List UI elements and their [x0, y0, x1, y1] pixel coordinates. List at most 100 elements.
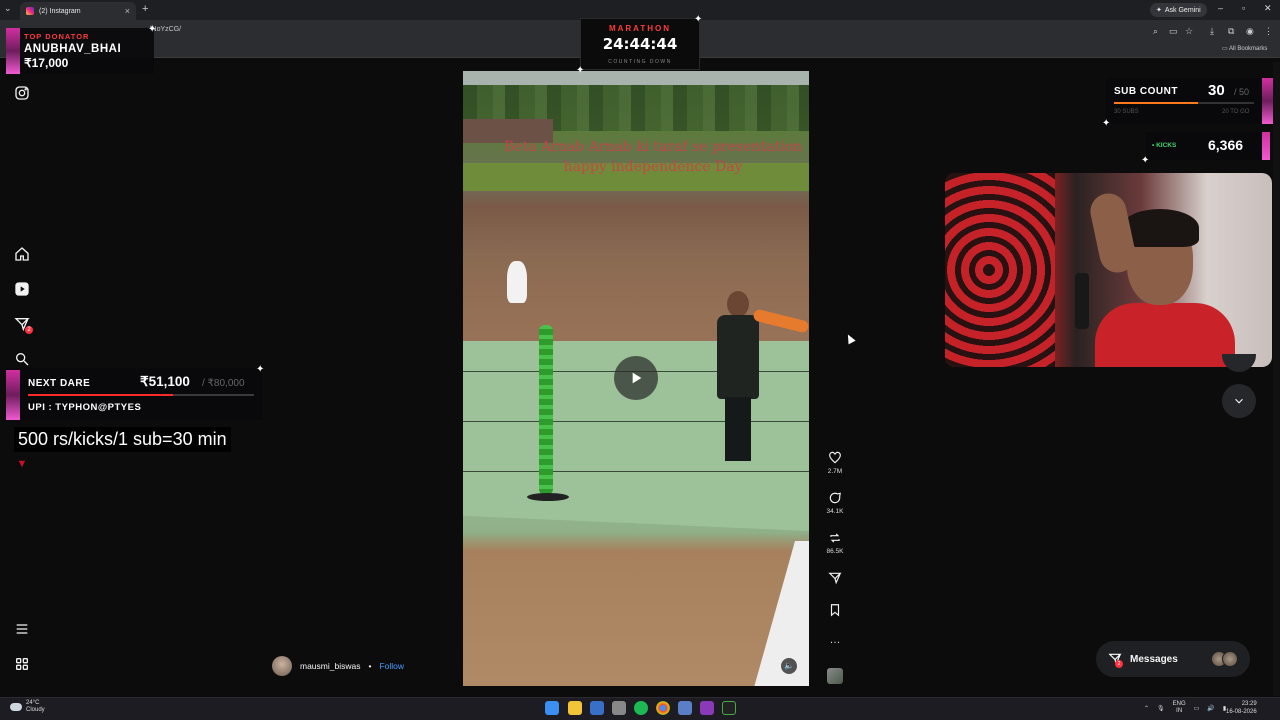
- streamer-microphone: [1075, 273, 1089, 329]
- comment-icon: [829, 492, 841, 504]
- share-button[interactable]: [824, 571, 846, 585]
- language-primary: ENG: [1172, 701, 1186, 707]
- file-explorer-icon[interactable]: [568, 701, 582, 715]
- chrome-icon[interactable]: [656, 701, 670, 715]
- comment-button[interactable]: 34.1K: [824, 491, 846, 515]
- menu-icon[interactable]: [13, 620, 31, 638]
- chevron-up-icon[interactable]: ⌃: [1144, 705, 1149, 712]
- bookmark-star-icon[interactable]: ☆: [1185, 26, 1193, 37]
- top-donator-amount: ₹17,000: [24, 56, 69, 70]
- weather-widget[interactable]: 24°C Cloudy: [10, 700, 45, 714]
- sub-count-value: 30: [1208, 82, 1225, 99]
- all-bookmarks-link[interactable]: ▭ All Bookmarks: [1222, 45, 1267, 52]
- cast-icon[interactable]: ▭: [1169, 26, 1178, 37]
- all-bookmarks-label: All Bookmarks: [1229, 46, 1268, 52]
- repost-count: 86.5K: [826, 548, 844, 555]
- weather-condition: Cloudy: [26, 707, 45, 713]
- window-close-button[interactable]: ✕: [1264, 3, 1272, 14]
- volume-icon[interactable]: 🔊: [1207, 705, 1214, 712]
- download-icon[interactable]: ⤓: [1210, 26, 1214, 37]
- next-dare-max: / ₹80,000: [202, 378, 245, 389]
- page-scrollbar[interactable]: [1273, 62, 1280, 696]
- sub-count-label: SUB COUNT: [1114, 86, 1178, 97]
- zoom-icon[interactable]: ⌕: [1153, 26, 1158, 37]
- next-dare-label: NEXT DARE: [28, 378, 91, 389]
- message-avatars: [1211, 651, 1238, 667]
- share-icon: [828, 572, 842, 585]
- dare-progress-bar: [28, 394, 173, 396]
- next-reel-button[interactable]: [1222, 384, 1256, 418]
- telegram-icon[interactable]: [590, 701, 604, 715]
- messages-button[interactable]: Messages: [1096, 641, 1250, 677]
- kicks-panel: • KICKS 6,366: [1146, 132, 1270, 160]
- tab-title: (2) Instagram: [39, 7, 81, 15]
- streamer: [1035, 190, 1235, 367]
- previous-reel-button[interactable]: [1222, 354, 1256, 372]
- start-button[interactable]: [545, 701, 559, 715]
- sub-count-footer: 30 SUBS: [1114, 109, 1139, 115]
- network-icon[interactable]: ▭: [1194, 705, 1200, 712]
- more-options-button[interactable]: …: [824, 634, 846, 646]
- spotify-icon[interactable]: [634, 701, 648, 715]
- discord-icon[interactable]: [700, 701, 714, 715]
- follow-button[interactable]: Follow: [379, 661, 404, 671]
- microphone-icon[interactable]: 🎙: [1157, 705, 1165, 712]
- extensions-icon[interactable]: ⧉: [1228, 26, 1234, 37]
- mute-icon[interactable]: 🔈: [781, 658, 797, 674]
- video-flag: [507, 261, 527, 303]
- post-author[interactable]: mausmi_biswas • Follow: [272, 656, 404, 676]
- minimize-button[interactable]: –: [1218, 3, 1223, 13]
- save-button[interactable]: [824, 603, 846, 617]
- dare-strip: [6, 370, 20, 420]
- sparkle-icon: ✦: [148, 24, 157, 35]
- video-flag-pole: [539, 325, 553, 495]
- sparkle-icon: ✦: [1141, 155, 1150, 166]
- upi-id: UPI : TYPHON@PTYES: [28, 402, 142, 413]
- terminal-icon[interactable]: [722, 701, 736, 715]
- bookmark-icon: [830, 604, 840, 617]
- taskbar-clock[interactable]: 23:29 16-08-2026: [1226, 700, 1257, 716]
- instagram-logo-icon[interactable]: [13, 84, 31, 102]
- author-username[interactable]: mausmi_biswas: [300, 661, 360, 671]
- browser-tab[interactable]: (2) Instagram ×: [20, 2, 136, 20]
- direct-messages-icon[interactable]: 2: [13, 315, 33, 334]
- clock-date: 16-08-2026: [1226, 709, 1257, 715]
- audio-thumbnail[interactable]: [827, 668, 843, 684]
- sub-to-go: 20 TO GO: [1222, 109, 1250, 115]
- author-avatar[interactable]: [272, 656, 292, 676]
- profile-avatar[interactable]: ◉: [1246, 26, 1254, 37]
- reels-icon[interactable]: [13, 280, 31, 298]
- field-line: [463, 471, 809, 472]
- like-count: 2.7M: [827, 468, 843, 475]
- browser-menu-icon[interactable]: ⋮: [1264, 26, 1273, 37]
- temperature: 24°C: [26, 700, 40, 706]
- new-tab-button[interactable]: +: [142, 3, 148, 15]
- top-donator-name: ANUBHAV_BHAI: [24, 43, 122, 55]
- tab-search-icon[interactable]: ⌄: [4, 3, 12, 14]
- kicks-strip: [1262, 132, 1270, 160]
- marathon-label: MARATHON: [608, 24, 672, 33]
- rules-text: 500 rs/kicks/1 sub=30 min: [14, 427, 231, 452]
- like-button[interactable]: 2.7M: [824, 451, 846, 475]
- sparkle-icon: ✦: [576, 65, 585, 76]
- language-region: IN: [1176, 708, 1183, 714]
- settings-icon[interactable]: [612, 701, 626, 715]
- threads-icon[interactable]: ▼: [13, 455, 31, 473]
- marathon-subtitle: COUNTING DOWN: [608, 59, 672, 65]
- language-indicator[interactable]: ENG IN: [1173, 701, 1186, 715]
- repost-button[interactable]: 86.5K: [824, 531, 846, 555]
- home-icon[interactable]: [13, 245, 31, 263]
- streamer-shirt: [1095, 303, 1235, 367]
- tab-close-icon[interactable]: ×: [125, 6, 130, 16]
- maximize-button[interactable]: ▫: [1242, 3, 1245, 13]
- kicks-label: • KICKS: [1152, 142, 1177, 149]
- play-icon: [632, 372, 642, 384]
- tab-bar: [0, 0, 1280, 20]
- instagram-favicon-icon: [26, 7, 34, 15]
- play-button[interactable]: [614, 356, 658, 400]
- also-from-meta-icon[interactable]: [13, 655, 31, 673]
- search-icon[interactable]: [13, 350, 31, 368]
- donator-strip: [6, 28, 20, 74]
- app-icon[interactable]: [678, 701, 692, 715]
- ask-gemini-button[interactable]: ✦ Ask Gemini: [1150, 3, 1207, 17]
